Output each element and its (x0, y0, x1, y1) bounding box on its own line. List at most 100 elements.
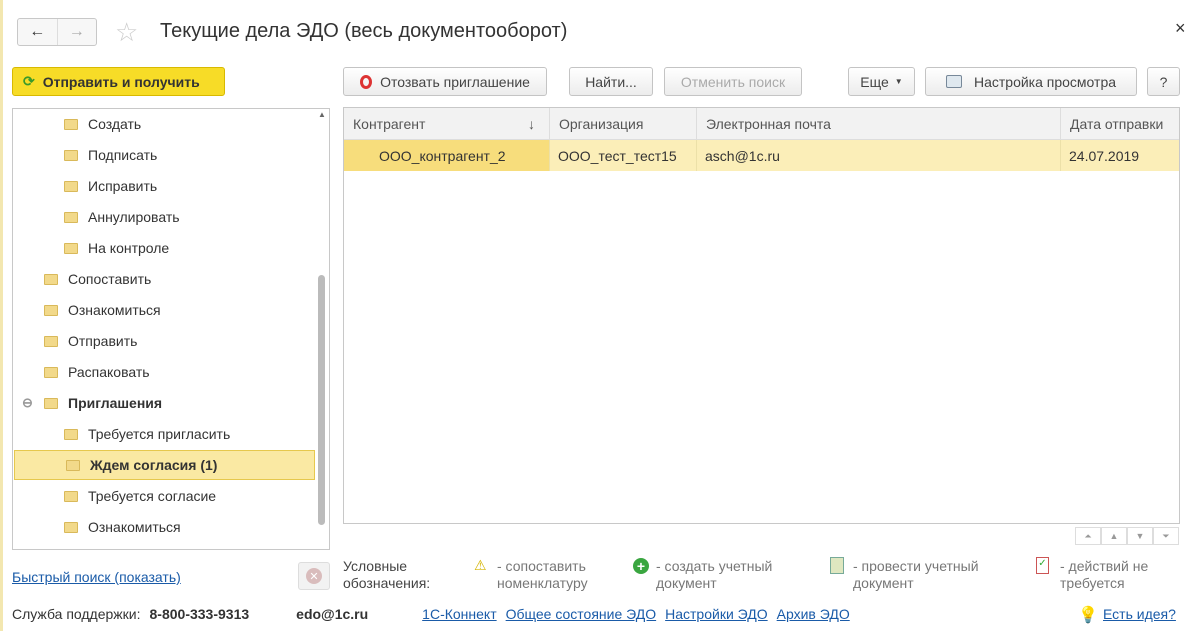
refresh-icon: ⟳ (23, 73, 35, 89)
send-receive-button[interactable]: ⟳ Отправить и получить (12, 67, 225, 96)
data-grid: Контрагент ↓ Организация Электронная почт… (343, 107, 1180, 524)
revoke-icon (360, 74, 373, 89)
clear-search-button[interactable]: ✕ (298, 562, 330, 590)
cell-counterparty[interactable]: ООО_контрагент_2 (344, 140, 550, 171)
tree-item[interactable]: Ознакомиться (13, 295, 161, 325)
folder-icon (44, 335, 58, 347)
tree-item-label: Подписать (88, 147, 158, 163)
forward-button[interactable]: → (56, 19, 97, 45)
find-button[interactable]: Найти... (569, 67, 653, 96)
tree-item-label: Отправить (68, 333, 138, 349)
tree-scrollbar[interactable]: ▲ (316, 110, 328, 548)
tree-item-label: Создать (88, 116, 142, 132)
tree-item[interactable]: Требуется согласие (13, 481, 216, 511)
page-title: Текущие дела ЭДО (весь документооборот) (160, 20, 568, 42)
window-edge (0, 0, 3, 631)
folder-icon (64, 149, 78, 161)
column-header-counterparty[interactable]: Контрагент ↓ (344, 108, 550, 140)
grid-navigation: ⏶ ▲ ▼ ⏷ (1075, 527, 1179, 545)
tree-item[interactable]: Создать (13, 109, 141, 139)
prev-page-icon[interactable]: ▲ (1101, 527, 1127, 545)
folder-icon (44, 304, 58, 316)
no-action-icon: ✓ (1036, 557, 1049, 574)
link-edo-settings[interactable]: Настройки ЭДО (665, 606, 768, 622)
first-page-icon[interactable]: ⏶ (1075, 527, 1101, 545)
dropdown-icon: ▼ (894, 77, 903, 86)
help-button[interactable]: ? (1147, 67, 1180, 96)
scroll-thumb[interactable] (318, 275, 325, 525)
support-phone: 8-800-333-9313 (149, 606, 250, 622)
header-label: Контрагент (353, 115, 426, 132)
folder-icon (64, 428, 78, 440)
tree-item[interactable]: Сопоставить (13, 264, 151, 294)
tree-item[interactable]: Аннулировать (13, 202, 180, 232)
cell-date[interactable]: 24.07.2019 (1061, 140, 1179, 171)
folder-icon (44, 366, 58, 378)
more-label: Еще (860, 73, 889, 90)
post-document-icon (830, 557, 844, 574)
tree-item-label: Требуется согласие (88, 488, 217, 504)
folder-icon (64, 242, 78, 254)
clear-icon: ✕ (306, 568, 322, 584)
back-button[interactable]: ← (18, 19, 57, 45)
tree-item[interactable]: Распаковать (13, 357, 150, 387)
folder-icon (64, 180, 78, 192)
close-button[interactable]: × (1175, 18, 1186, 39)
legend-title: Условные обозначения: (343, 558, 431, 591)
revoke-label: Отозвать приглашение (380, 73, 530, 90)
support-label: Служба поддержки: (12, 606, 141, 622)
lightbulb-icon: 💡 (1078, 607, 1098, 624)
last-page-icon[interactable]: ⏷ (1153, 527, 1179, 545)
view-settings-label: Настройка просмотра (973, 73, 1117, 90)
folder-icon (64, 211, 78, 223)
warning-icon: ⚠ (474, 557, 487, 573)
plus-icon: + (633, 558, 649, 574)
support-email: edo@1c.ru (296, 606, 369, 622)
tree-item-label: Ознакомиться (68, 302, 161, 318)
next-page-icon[interactable]: ▼ (1127, 527, 1153, 545)
tree-item-label: Ждем согласия (1) (90, 457, 218, 473)
folder-icon (64, 490, 78, 502)
link-edo-archive[interactable]: Архив ЭДО (777, 606, 850, 622)
folder-icon (44, 273, 58, 285)
tree-item[interactable]: Ждем согласия (1) (14, 450, 315, 480)
sort-arrow-icon: ↓ (528, 115, 535, 132)
tree-item-label: Аннулировать (88, 209, 180, 225)
tree-item[interactable]: ⊖ Приглашения (13, 388, 162, 418)
collapse-icon[interactable]: ⊖ (22, 395, 33, 411)
tree-item-label: Приглашения (68, 395, 163, 411)
tree-item[interactable]: Отправить (13, 326, 137, 356)
column-header-organization[interactable]: Организация (550, 108, 697, 140)
nav-buttons: ← → (17, 18, 97, 46)
folder-icon (64, 521, 78, 533)
tree-item-label: Исправить (88, 178, 158, 194)
tree-item-label: Сопоставить (68, 271, 152, 287)
folder-icon (66, 459, 80, 471)
cell-email[interactable]: asch@1c.ru (697, 140, 1061, 171)
favorite-star-icon[interactable]: ☆ (115, 17, 138, 48)
cancel-search-button[interactable]: Отменить поиск (664, 67, 802, 96)
send-receive-label: Отправить и получить (42, 73, 200, 90)
tree-panel: Создать Подписать Исправить Аннулировать На … (12, 108, 330, 550)
settings-icon (945, 75, 962, 88)
tree-item[interactable]: Ознакомиться (13, 512, 181, 542)
tree-item[interactable]: Исправить (13, 171, 157, 201)
tree-item[interactable]: На контроле (13, 233, 169, 263)
quick-search-link[interactable]: Быстрый поиск (показать) (12, 569, 181, 585)
tree-item-label: На контроле (88, 240, 170, 256)
view-settings-button[interactable]: Настройка просмотра (925, 67, 1137, 96)
legend-item-post: - провести учетный документ (853, 558, 979, 591)
tree-item[interactable]: Подписать (13, 140, 157, 170)
link-edo-status[interactable]: Общее состояние ЭДО (506, 606, 657, 622)
link-1c-connect[interactable]: 1С-Коннект (422, 606, 496, 622)
idea-link[interactable]: Есть идея? (1103, 606, 1176, 622)
revoke-invitation-button[interactable]: Отозвать приглашение (343, 67, 547, 96)
more-button[interactable]: Еще ▼ (848, 67, 915, 96)
scroll-up-icon[interactable]: ▲ (316, 110, 328, 119)
column-header-email[interactable]: Электронная почта (697, 108, 1061, 140)
tree-item-label: Распаковать (68, 364, 150, 380)
tree-item-label: Требуется пригласить (88, 426, 231, 442)
tree-item[interactable]: Требуется пригласить (13, 419, 230, 449)
column-header-date[interactable]: Дата отправки (1061, 108, 1179, 140)
cell-organization[interactable]: ООО_тест_тест15 (550, 140, 697, 171)
